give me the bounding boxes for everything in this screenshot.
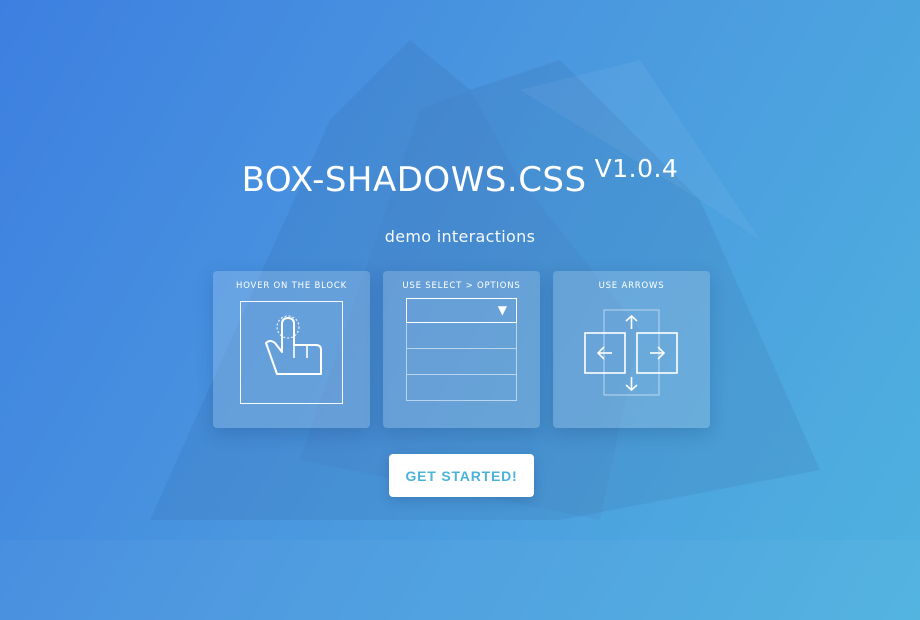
page-subtitle: demo interactions <box>384 227 536 246</box>
select-option[interactable] <box>406 375 517 401</box>
arrow-down-icon[interactable] <box>625 377 638 392</box>
select-card-label: USE SELECT > OPTIONS <box>402 281 521 291</box>
arrow-up-icon[interactable] <box>625 314 638 329</box>
arrows-demo-card[interactable]: USE ARROWS <box>553 271 710 428</box>
hero-heading: BOX-SHADOWS.CSS V1.0.4 <box>0 154 920 200</box>
hover-target-block[interactable] <box>240 301 343 404</box>
arrow-right-icon <box>650 346 666 360</box>
caret-down-icon: ▼ <box>497 303 507 317</box>
hover-demo-card[interactable]: HOVER ON THE BLOCK <box>213 271 370 428</box>
demo-select[interactable]: ▼ <box>406 298 517 323</box>
arrow-left-icon <box>596 346 612 360</box>
arrow-right-key[interactable] <box>636 332 678 374</box>
version-label: V1.0.4 <box>594 154 679 183</box>
arrow-keys-diagram <box>584 309 678 396</box>
hand-pointer-icon <box>265 315 322 375</box>
select-option[interactable] <box>406 349 517 375</box>
select-demo-card[interactable]: USE SELECT > OPTIONS ▼ <box>383 271 540 428</box>
page-title: BOX-SHADOWS.CSS <box>241 160 587 200</box>
page-title-container: BOX-SHADOWS.CSS V1.0.4 <box>241 154 679 200</box>
get-started-button[interactable]: GET STARTED! <box>389 454 534 497</box>
hero-section: BOX-SHADOWS.CSS V1.0.4 demo interactions … <box>0 0 920 620</box>
hover-card-label: HOVER ON THE BLOCK <box>236 281 347 291</box>
arrow-left-key[interactable] <box>584 332 626 374</box>
select-option[interactable] <box>406 323 517 349</box>
